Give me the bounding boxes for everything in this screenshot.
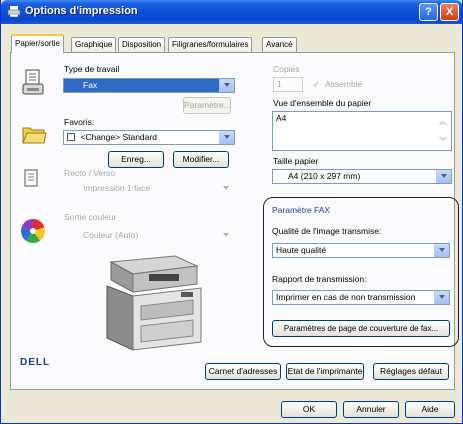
favorites-label: Favoris: [64,117,95,127]
window-title: Options d'impression [25,5,138,17]
paper-overview-box[interactable]: A4 ︿ ﹀ [272,111,452,151]
chevron-down-icon[interactable] [219,182,234,195]
chevron-down-icon[interactable] [219,79,234,92]
tab-layout[interactable]: Disposition [118,37,166,52]
title-bar[interactable]: Options d'impression ? X [1,0,462,24]
help-button[interactable]: Aide [405,401,455,418]
color-output-label: Sortie couleur [64,212,117,222]
scroll-down-icon[interactable]: ﹀ [439,136,447,148]
paper-size-value: A4 (210 x 297 mm) [288,171,361,181]
printer-icon [7,6,21,18]
transmission-report-select[interactable]: Imprimer en cas de non transmission [272,290,450,305]
paper-size-select[interactable]: A4 (210 x 297 mm) [272,169,452,184]
collate-label: Assemblé [325,79,363,89]
paper-overview-value: A4 [276,113,287,123]
duplex-value: Impression 1 face [83,183,151,193]
fax-cover-page-button[interactable]: Paramètres de page de couverture de fax.… [272,320,450,337]
color-wheel-icon [21,219,45,243]
duplex-label: Recto / Verso [64,168,116,178]
cancel-button[interactable]: Annuler [343,401,399,418]
transmission-report-label: Rapport de transmission: [272,274,367,284]
chevron-down-icon[interactable] [219,131,234,144]
address-book-button[interactable]: Carnet d'adresses [205,363,281,380]
chevron-down-icon[interactable] [219,229,234,242]
scroll-up-icon[interactable]: ︿ [439,116,447,128]
chevron-down-icon[interactable] [434,291,449,304]
image-quality-label: Qualité de l'image transmise: [272,226,382,236]
copies-spinner[interactable]: 1 [273,77,303,92]
checkmark-icon: ✓ [313,79,321,89]
favorites-select[interactable]: <Change> Standard [63,130,235,145]
transmission-report-value: Imprimer en cas de non transmission [276,292,416,302]
defaults-button[interactable]: Réglages défaut [373,363,449,380]
job-type-value: Fax [83,80,98,90]
paper-overview-label: Vue d'ensemble du papier [273,98,372,108]
tab-graphics[interactable]: Graphique [71,37,117,52]
image-quality-value: Haute qualité [276,245,327,255]
image-quality-select[interactable]: Haute qualité [272,243,450,258]
tab-watermarks[interactable]: Filigranes/formulaires [168,37,253,52]
job-type-label: Type de travail [64,64,120,74]
help-title-button[interactable]: ? [419,3,438,21]
favorites-value: <Change> Standard [80,132,157,142]
tab-advanced[interactable]: Avancé [262,37,297,52]
dell-logo: DELL [20,357,51,368]
folder-icon [22,127,47,144]
chevron-down-icon[interactable] [434,244,449,257]
job-type-select[interactable]: Fax [63,78,235,93]
duplex-icon [24,169,38,187]
tab-paper-output[interactable]: Papier/sortie [11,34,64,53]
close-button[interactable]: X [440,3,459,21]
chevron-down-icon[interactable] [436,170,451,183]
printer-illustration [106,255,202,351]
parameter-button[interactable]: Paramètre... [183,97,231,114]
fax-settings-title: Paramètre FAX [272,205,331,215]
job-type-icon [22,69,44,95]
ok-button[interactable]: OK [281,401,337,418]
modify-button[interactable]: Modifier... [173,151,229,168]
favorite-item-icon [67,133,75,141]
printer-status-button[interactable]: Etat de l'imprimante [286,363,364,380]
paper-size-label: Taille papier [273,156,319,166]
print-options-window: Options d'impression ? X Papier/sortie G… [0,0,463,424]
color-output-value: Couleur (Auto) [83,230,139,240]
duplex-select[interactable]: Impression 1 face [63,181,235,196]
save-button[interactable]: Enreg... [108,151,164,168]
copies-label: Copies [273,64,300,74]
copies-value: 1 [277,79,282,89]
color-output-select[interactable]: Couleur (Auto) [63,228,235,243]
